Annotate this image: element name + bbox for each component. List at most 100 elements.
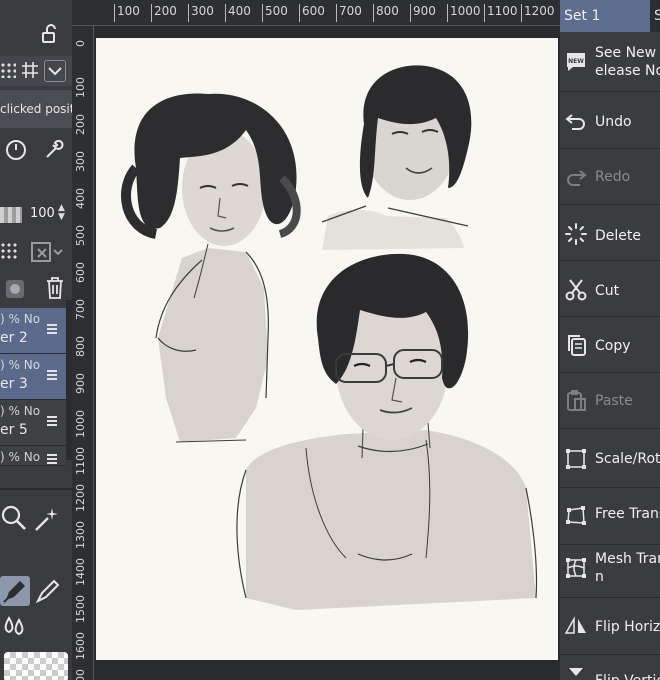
ruler-tick-label: 300	[74, 151, 87, 172]
ruler-tick-label: 1500	[74, 595, 87, 623]
layer-item[interactable]: ) % No	[0, 446, 66, 466]
brush-icon[interactable]	[32, 576, 62, 606]
ruler-tick-label: 1000	[74, 410, 87, 438]
mask-icon[interactable]	[30, 240, 66, 264]
grid-icon[interactable]	[20, 60, 40, 80]
menu-item-label: Paste	[595, 393, 633, 409]
ruler-tick-label: 600	[299, 4, 325, 22]
hamburger-icon[interactable]	[47, 452, 57, 465]
ruler-tick-label: 200	[151, 4, 177, 22]
hamburger-icon[interactable]	[47, 368, 57, 382]
opacity-slider[interactable]	[0, 207, 22, 223]
menu-item-flip-horizontal[interactable]: Flip Horizo	[560, 600, 660, 655]
menu-item-label: Copy	[595, 338, 631, 354]
layer-grid-icon[interactable]	[0, 242, 18, 260]
ruler-tick-label: 1000	[447, 4, 481, 22]
cut-icon	[564, 278, 588, 302]
menu-item-redo[interactable]: Redo	[560, 150, 660, 205]
layer-opacity-control[interactable]: 100 ▲ ▼	[0, 200, 72, 230]
flip-horizontal-icon	[564, 614, 588, 638]
menu-item-label: elease No	[595, 63, 660, 79]
layer-blend-label: ) % No	[0, 450, 41, 464]
ruler-tick-label: 1200	[521, 4, 555, 22]
ruler-tick-label: 1100	[74, 447, 87, 475]
menu-item-label: Cut	[595, 283, 620, 299]
menu-item-free-transform[interactable]: Free Trans	[560, 490, 660, 545]
mesh-transform-icon	[564, 556, 588, 580]
menu-item-label: Mesh Tran	[595, 551, 660, 567]
ruler-tick-label: 700	[74, 299, 87, 320]
sketch-artwork	[121, 65, 538, 610]
menu-item-label: See New I	[595, 45, 660, 61]
menu-item-mesh-transform[interactable]: Mesh Tran n	[560, 546, 660, 598]
new-badge-icon: NEW	[564, 50, 588, 74]
ruler-top: 100 200 300 400 500 600 700 800 900 1000 1100 1200	[72, 0, 560, 26]
ruler-tick-label: 900	[410, 4, 436, 22]
layer-name: er 2	[0, 330, 28, 346]
lock-icon[interactable]	[40, 24, 60, 44]
ruler-tick-label: 300	[188, 4, 214, 22]
menu-item-see-new[interactable]: NEW See New I elease No	[560, 34, 660, 92]
pen-icon[interactable]	[0, 576, 30, 606]
menu-item-cut[interactable]: Cut	[560, 262, 660, 317]
wrench-icon[interactable]	[42, 138, 66, 162]
trash-icon[interactable]	[44, 276, 66, 300]
tool-hint-text: clicked posit	[0, 90, 72, 128]
menu-item-label: Flip Vertic	[595, 672, 660, 680]
layer-name: er 3	[0, 376, 28, 392]
divider	[0, 488, 72, 490]
checker-grid-icon[interactable]	[0, 62, 16, 78]
menu-item-copy[interactable]: Copy	[560, 318, 660, 373]
ruler-tick-label: 400	[225, 4, 251, 22]
ruler-tick-label: 900	[74, 373, 87, 394]
free-transform-icon	[564, 504, 588, 528]
layer-item[interactable]: ) % No er 2	[0, 308, 66, 354]
ruler-tick-label: 500	[74, 225, 87, 246]
svg-text:NEW: NEW	[568, 58, 584, 65]
dial-icon[interactable]	[4, 138, 28, 162]
chevron-down-icon[interactable]	[44, 60, 66, 82]
scale-rotate-icon	[564, 447, 588, 471]
menu-item-label: Free Trans	[595, 506, 660, 522]
hamburger-icon[interactable]	[47, 414, 57, 428]
menu-item-flip-vertical[interactable]: Flip Vertic	[560, 656, 660, 680]
ruler-tick-label: 1700	[74, 669, 87, 680]
ruler-tick-label: 700	[336, 4, 362, 22]
transparent-color-swatch[interactable]	[4, 652, 68, 680]
ruler-left: 0 100 200 300 400 500 600 700 800 900 1000 1100 1200…	[72, 26, 94, 680]
menu-item-label: Undo	[595, 114, 632, 130]
magnifier-icon[interactable]	[0, 504, 30, 534]
ruler-tick-label: 600	[74, 262, 87, 283]
opacity-stepper-icon[interactable]: ▲ ▼	[58, 204, 65, 222]
magic-wand-icon[interactable]	[32, 504, 62, 534]
record-icon[interactable]	[4, 278, 26, 300]
sketch-man-portrait	[321, 65, 472, 250]
blend-drops-icon[interactable]	[0, 612, 30, 642]
paste-icon	[564, 388, 588, 412]
hamburger-icon[interactable]	[47, 322, 57, 336]
menu-item-label: Flip Horizo	[595, 619, 660, 635]
menu-item-scale-rotate[interactable]: Scale/Rot	[560, 430, 660, 488]
quick-access-panel: Set 1 S NEW See New I elease No Undo Red…	[560, 0, 660, 680]
sketch-girl-portrait	[121, 93, 301, 443]
layer-item[interactable]: ) % No er 5	[0, 400, 66, 446]
layer-tools-row	[0, 274, 72, 304]
ruler-tick-label: 100	[74, 77, 87, 98]
layer-blend-label: ) % No	[0, 404, 41, 418]
ruler-tick-label: 1600	[74, 632, 87, 660]
ruler-tick-label: 400	[74, 188, 87, 209]
left-tool-panel: clicked posit 100 ▲▼ ) % No er 2 ) % No	[0, 0, 72, 680]
tab-set-2[interactable]: S	[654, 0, 660, 32]
ruler-tick-label: 500	[262, 4, 288, 22]
menu-item-delete[interactable]: Delete	[560, 206, 660, 261]
layer-item[interactable]: ) % No er 3	[0, 354, 66, 400]
drawing-canvas[interactable]	[96, 38, 558, 660]
tab-set-1[interactable]: Set 1	[560, 0, 650, 32]
ruler-tick-label: 1100	[484, 4, 518, 22]
menu-item-undo[interactable]: Undo	[560, 94, 660, 149]
menu-item-label: Delete	[595, 228, 641, 244]
opacity-value[interactable]: 100	[30, 206, 55, 221]
snap-toolbar	[0, 56, 72, 86]
delete-icon	[564, 222, 588, 246]
menu-item-paste[interactable]: Paste	[560, 374, 660, 429]
